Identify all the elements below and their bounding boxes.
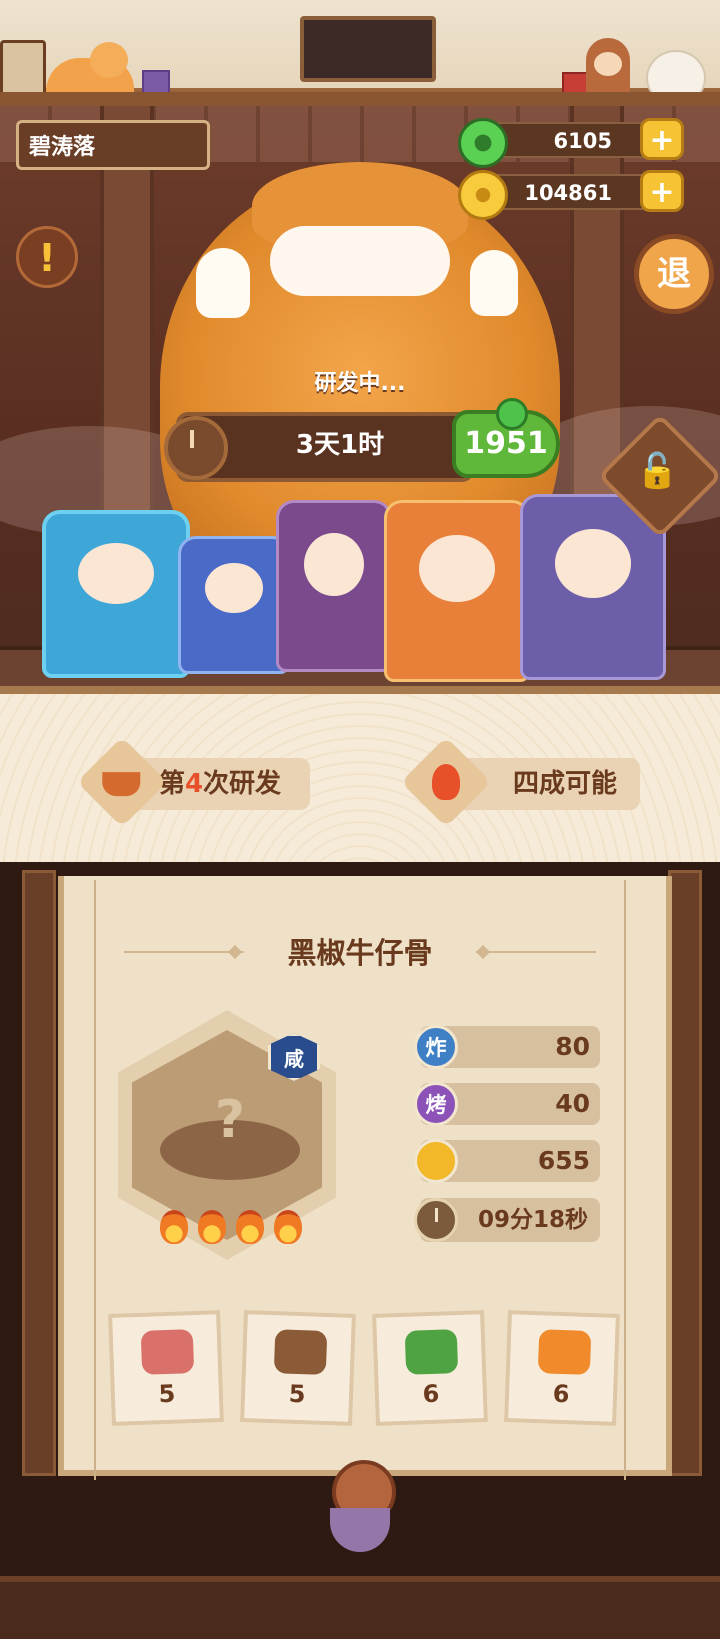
board-frame-left bbox=[22, 870, 56, 1476]
clock-icon bbox=[164, 416, 228, 480]
clock-icon bbox=[414, 1198, 458, 1242]
heat-flame-icon bbox=[236, 1210, 264, 1244]
rabbit-chef-right bbox=[470, 250, 518, 316]
meat-icon bbox=[140, 1329, 195, 1375]
shelf-doll-figure bbox=[586, 38, 630, 100]
dish-name: 黑椒牛仔骨 bbox=[287, 936, 433, 970]
attempt-suffix: 次研发 bbox=[203, 769, 282, 799]
ingredient-count: 5 bbox=[158, 1379, 176, 1409]
add-jade-button[interactable]: + bbox=[640, 118, 684, 160]
player-name[interactable]: 碧涛落 bbox=[16, 120, 210, 170]
heat-flame-icon bbox=[160, 1210, 188, 1244]
add-gold-button[interactable]: + bbox=[640, 170, 684, 212]
heat-flame-icon bbox=[274, 1210, 302, 1244]
board-frame-right bbox=[668, 870, 702, 1476]
unlock-icon: 🔓 bbox=[636, 451, 679, 491]
board-rule-left bbox=[94, 880, 96, 1480]
hero-card-fox-maiden[interactable] bbox=[276, 500, 392, 672]
gold-coin-icon bbox=[458, 170, 508, 220]
alert-button[interactable]: ! bbox=[16, 226, 78, 288]
ingredient-slot[interactable]: 6 bbox=[504, 1310, 620, 1426]
hero-card-celestial-maiden[interactable] bbox=[178, 536, 290, 674]
ingredient-slot[interactable]: 5 bbox=[108, 1310, 224, 1426]
hanging-scroll-raccoon bbox=[300, 16, 436, 82]
carrot-icon bbox=[537, 1329, 592, 1375]
bottom-rail bbox=[0, 1576, 720, 1639]
rabbit-chef-left bbox=[196, 248, 250, 318]
attempt-number: 4 bbox=[184, 769, 204, 799]
cauldron-steam bbox=[270, 226, 450, 296]
stat-icon-fry: 炸 bbox=[414, 1025, 458, 1069]
mushroom-icon bbox=[273, 1329, 328, 1375]
question-mark-icon: ? bbox=[214, 1090, 246, 1150]
ingredient-slot[interactable]: 5 bbox=[240, 1310, 356, 1426]
ingredient-count: 5 bbox=[288, 1379, 306, 1409]
development-status: 研发中... bbox=[314, 371, 406, 396]
stat-icon-roast: 烤 bbox=[414, 1082, 458, 1126]
cucumber-icon bbox=[404, 1329, 459, 1375]
flame-icon bbox=[432, 764, 460, 800]
hero-card-opera-girl[interactable] bbox=[384, 500, 530, 682]
heat-flame-icon bbox=[198, 1210, 226, 1244]
jade-coin-icon bbox=[458, 118, 508, 168]
remaining-time: 3天1时 bbox=[295, 430, 385, 460]
ingredient-count: 6 bbox=[422, 1379, 440, 1409]
ingredient-slot[interactable]: 6 bbox=[372, 1310, 488, 1426]
jade-coin-icon bbox=[496, 398, 528, 430]
pot-icon bbox=[102, 772, 141, 797]
board-rule-right bbox=[624, 880, 626, 1480]
ingredient-count: 6 bbox=[552, 1379, 570, 1409]
exit-button[interactable]: 退 bbox=[634, 234, 714, 314]
stat-icon-coin bbox=[414, 1139, 458, 1183]
hero-card-jade-empress[interactable] bbox=[42, 510, 190, 678]
